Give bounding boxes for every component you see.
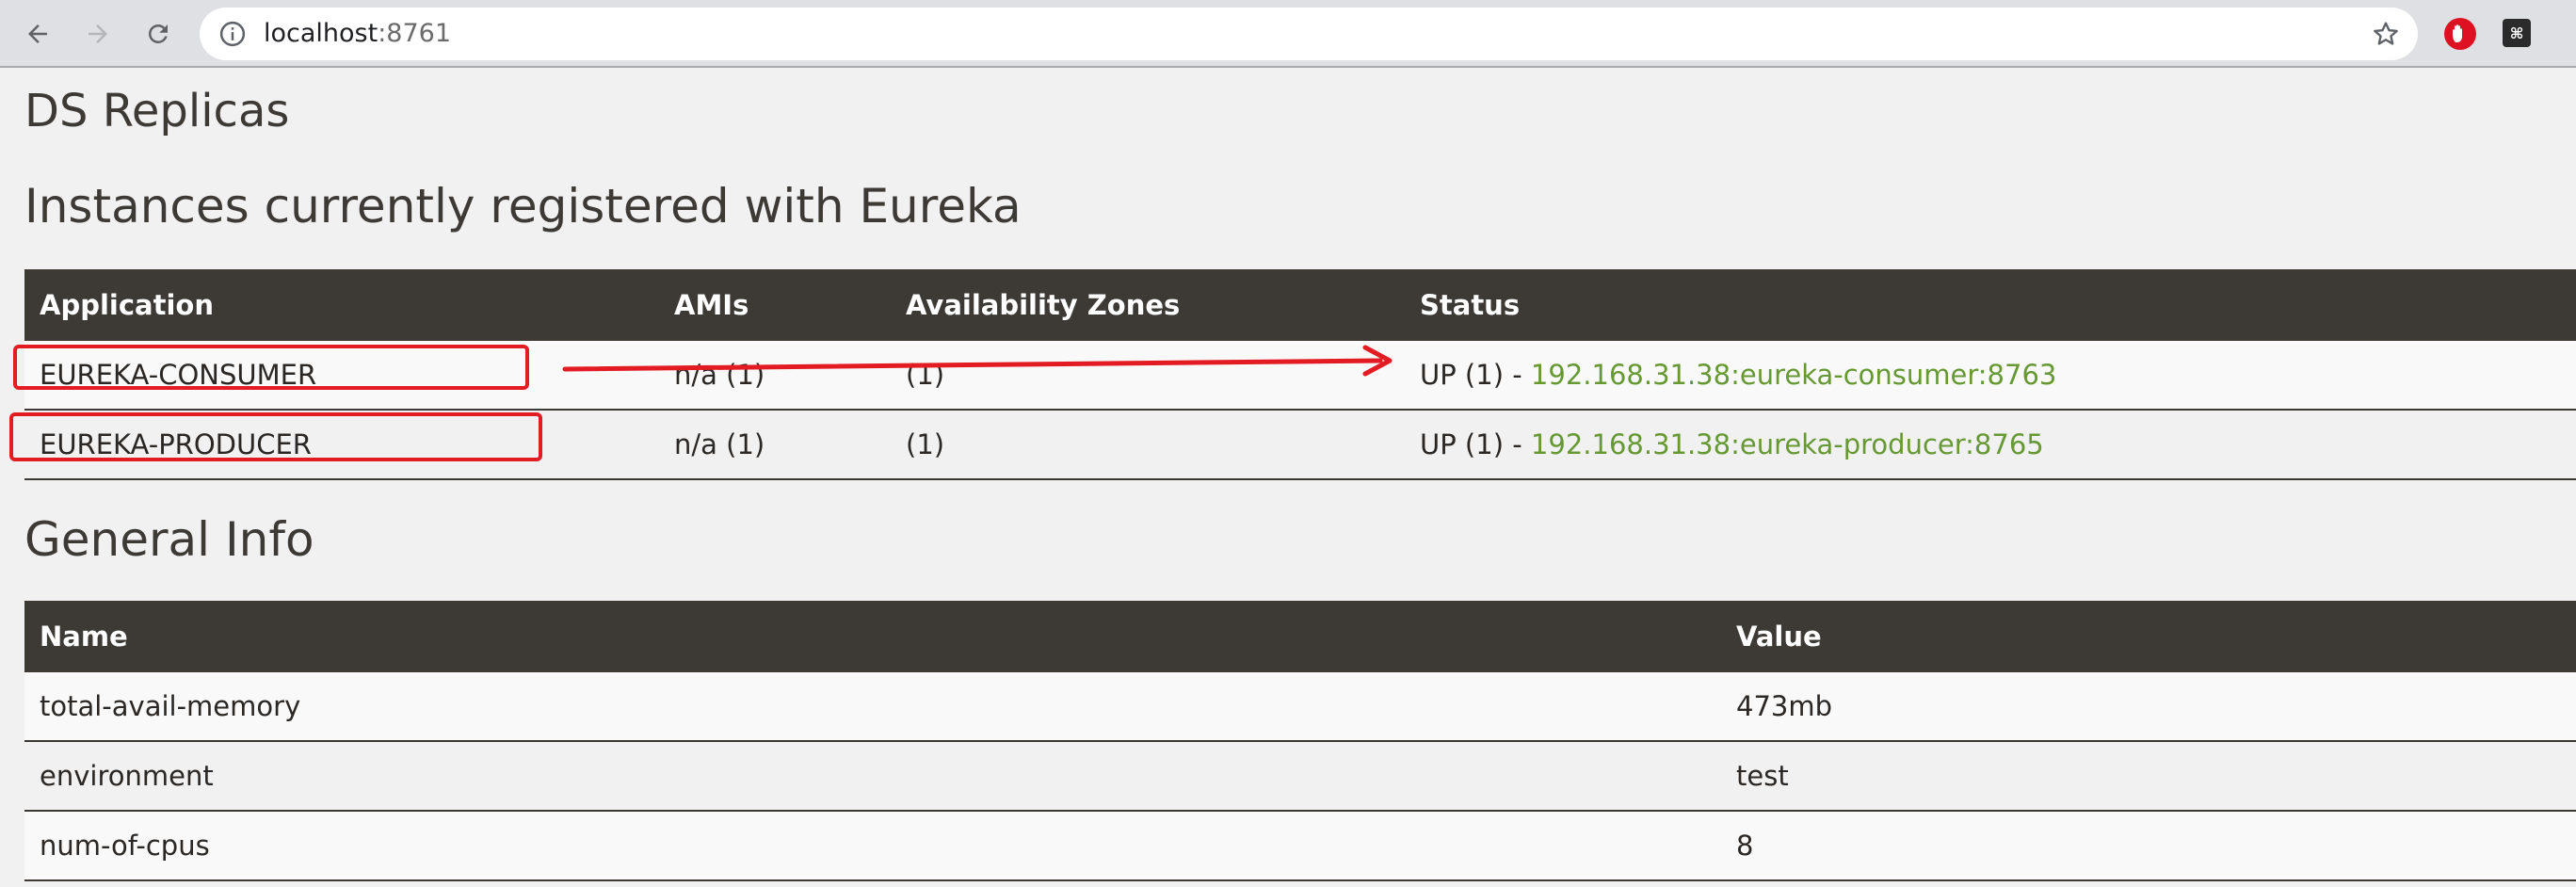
- annotation-arrow: [562, 345, 1393, 377]
